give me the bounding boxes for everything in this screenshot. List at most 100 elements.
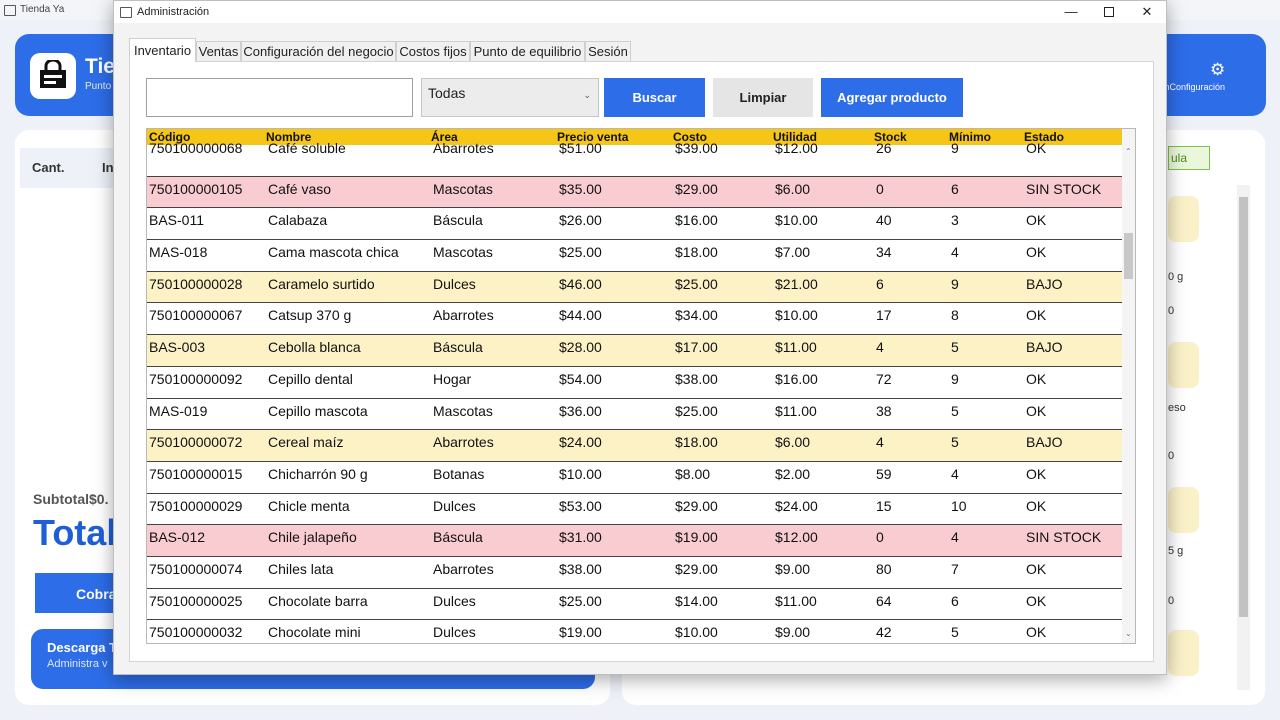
table-row[interactable]: 750100000032 Chocolate mini Dulces $19.00 $1… [147, 620, 1122, 643]
cell-utilidad: $6.00 [775, 434, 811, 451]
table-row[interactable]: 750100000072 Cereal maíz Abarrotes $24.00 $1… [147, 430, 1122, 462]
cell-minimo: 9 [951, 370, 959, 387]
background-product-card[interactable] [1168, 630, 1199, 676]
table-row[interactable]: 750100000067 Catsup 370 g Abarrotes $44.00 $… [147, 303, 1122, 336]
grid-scrollbar[interactable]: ⌃ ⌄ [1122, 129, 1135, 643]
scroll-up-icon[interactable]: ⌃ [1125, 147, 1132, 156]
table-row[interactable]: 750100000029 Chicle menta Dulces $53.00 $29.… [147, 493, 1122, 526]
background-subtotal: Subtotal$0. [33, 491, 109, 507]
cell-estado: OK [1026, 402, 1047, 419]
table-row[interactable]: 750100000015 Chicharrón 90 g Botanas $10.00… [147, 461, 1122, 494]
search-input[interactable] [146, 78, 413, 117]
background-badge-label: ula [1171, 151, 1188, 165]
gear-icon[interactable]: ⚙ [1210, 60, 1225, 80]
cell-nombre: Café soluble [268, 140, 346, 156]
window-icon [120, 7, 132, 18]
background-scrollbar[interactable] [1237, 185, 1250, 690]
cell-nombre: Caramelo surtido [268, 275, 375, 292]
table-row[interactable]: 750100000092 Cepillo dental Hogar $54.00 $38… [147, 366, 1122, 399]
grid-body[interactable]: 750100000068 Café soluble Abarrotes $51.00 $… [147, 140, 1122, 643]
background-product-card[interactable] [1168, 487, 1199, 533]
cell-stock: 4 [876, 339, 884, 356]
cell-estado: OK [1026, 370, 1047, 387]
inventory-grid[interactable]: Código Nombre Área Precio venta Costo Utilida… [146, 128, 1136, 644]
table-row[interactable]: MAS-018 Cama mascota chica Mascotas $25.00 $… [147, 240, 1122, 272]
background-scroll-thumb[interactable] [1239, 197, 1248, 617]
background-product-card[interactable] [1168, 196, 1199, 242]
tab-punto-equilibrio[interactable]: Punto de equilibrio [470, 41, 585, 61]
cell-precio-venta: $10.00 [559, 465, 602, 482]
tab-configuracion-negocio[interactable]: Configuración del negocio [241, 41, 396, 61]
cell-estado: OK [1026, 497, 1047, 514]
tab-inventario[interactable]: Inventario [129, 38, 196, 62]
cell-nombre: Catsup 370 g [268, 307, 352, 324]
agregar-producto-button[interactable]: Agregar producto [821, 78, 963, 117]
cell-nombre: Chocolate barra [268, 592, 368, 609]
minimize-button[interactable]: — [1054, 2, 1088, 22]
admin-window-title: Administración [137, 6, 210, 18]
cell-area: Mascotas [433, 402, 493, 419]
table-row[interactable]: BAS-003 Cebolla blanca Báscula $28.00 $17.00… [147, 335, 1122, 367]
cell-nombre: Chiles lata [268, 560, 334, 577]
cell-precio-venta: $35.00 [559, 180, 602, 197]
grid-scroll-thumb[interactable] [1124, 233, 1133, 279]
table-row[interactable]: BAS-012 Chile jalapeño Báscula $31.00 $19.00… [147, 525, 1122, 557]
background-card-text: 0 g [1168, 271, 1184, 283]
cell-costo: $17.00 [675, 339, 718, 356]
cell-nombre: Chocolate mini [268, 624, 361, 641]
background-product-card[interactable] [1168, 342, 1199, 388]
limpiar-button[interactable]: Limpiar [713, 78, 813, 117]
cell-precio-venta: $31.00 [559, 529, 602, 546]
store-logo-icon [30, 53, 76, 99]
cell-estado: OK [1026, 624, 1047, 641]
cell-minimo: 5 [951, 434, 959, 451]
table-row[interactable]: MAS-019 Cepillo mascota Mascotas $36.00 $25.… [147, 398, 1122, 431]
table-row[interactable]: 750100000025 Chocolate barra Dulces $25.00 $… [147, 588, 1122, 621]
background-download-sub: Administra v [47, 658, 108, 670]
cell-nombre: Café vaso [268, 180, 332, 197]
cell-precio-venta: $28.00 [559, 339, 602, 356]
cell-precio-venta: $19.00 [559, 624, 602, 641]
cell-precio-venta: $46.00 [559, 275, 602, 292]
cell-area: Hogar [433, 370, 472, 387]
tab-ventas[interactable]: Ventas [196, 41, 241, 61]
cell-minimo: 5 [951, 402, 959, 419]
cell-stock: 59 [876, 465, 892, 482]
scroll-down-icon[interactable]: ⌄ [1125, 629, 1132, 638]
cell-area: Dulces [433, 497, 476, 514]
buscar-button[interactable]: Buscar [604, 78, 705, 117]
cell-codigo: BAS-011 [149, 212, 204, 229]
background-badge: ula [1168, 146, 1210, 170]
cell-stock: 4 [876, 434, 884, 451]
background-card-text: 0 [1168, 595, 1175, 607]
cell-estado: BAJO [1026, 339, 1063, 356]
cell-costo: $29.00 [675, 560, 718, 577]
table-row[interactable]: 750100000074 Chiles lata Abarrotes $38.00 $2… [147, 556, 1122, 589]
tab-sesion[interactable]: Sesión [585, 41, 631, 61]
cell-nombre: Cebolla blanca [268, 339, 361, 356]
cell-area: Mascotas [433, 244, 493, 261]
close-button[interactable]: ✕ [1130, 2, 1164, 22]
cell-minimo: 5 [951, 339, 959, 356]
cell-stock: 40 [876, 212, 892, 229]
area-select[interactable]: Todas ⌄ [421, 78, 599, 117]
cell-stock: 0 [876, 529, 884, 546]
cell-codigo: 750100000015 [149, 465, 243, 482]
cell-costo: $16.00 [675, 212, 718, 229]
cell-costo: $14.00 [675, 592, 718, 609]
cell-nombre: Chicle menta [268, 497, 350, 514]
cell-estado: OK [1026, 212, 1047, 229]
cell-minimo: 9 [951, 140, 959, 156]
background-brand-sub: Punto [85, 81, 112, 92]
table-row[interactable]: 750100000028 Caramelo surtido Dulces $46.00… [147, 271, 1122, 304]
cell-utilidad: $24.00 [775, 497, 818, 514]
cell-precio-venta: $38.00 [559, 560, 602, 577]
table-row[interactable]: 750100000068 Café soluble Abarrotes $51.00 $… [147, 140, 1122, 177]
table-row[interactable]: 750100000105 Café vaso Mascotas $35.00 $29.0… [147, 176, 1122, 209]
background-cobrar-label: Cobra [76, 586, 117, 602]
cell-area: Báscula [433, 529, 483, 546]
tab-costos-fijos[interactable]: Costos fijos [396, 41, 470, 61]
table-row[interactable]: BAS-011 Calabaza Báscula $26.00 $16.00 $10.00… [147, 208, 1122, 241]
background-cobrar-button[interactable]: Cobra [35, 573, 125, 613]
maximize-button[interactable] [1092, 2, 1126, 22]
